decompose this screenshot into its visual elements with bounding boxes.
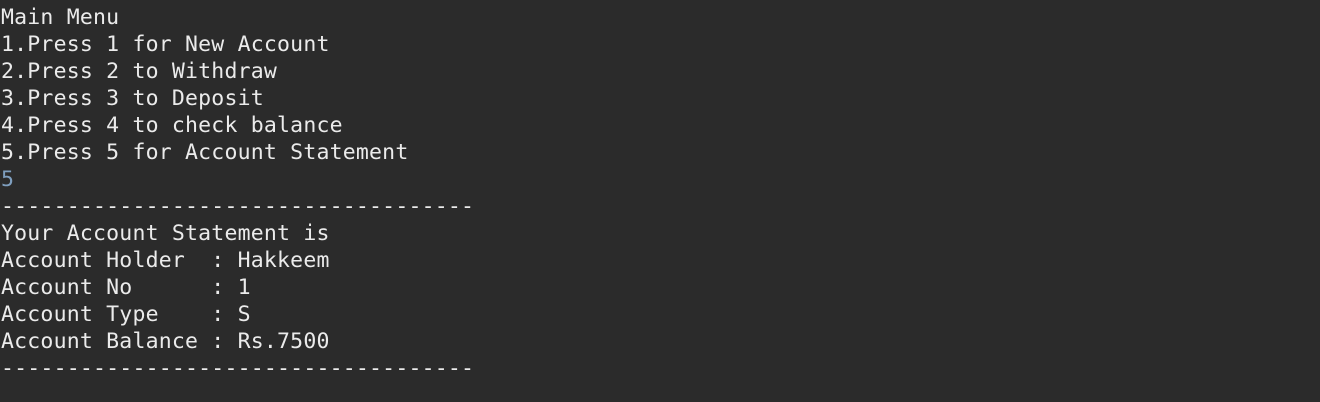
statement-account-holder: Account Holder : Hakkeem xyxy=(1,248,330,273)
statement-account-balance: Account Balance : Rs.7500 xyxy=(1,329,330,354)
menu-title: Main Menu xyxy=(1,5,120,30)
menu-option-deposit: 3.Press 3 to Deposit xyxy=(1,86,264,111)
statement-account-no: Account No : 1 xyxy=(1,275,251,300)
user-input-line[interactable]: 5 xyxy=(1,166,1320,193)
menu-option-new-account: 1.Press 1 for New Account xyxy=(1,32,330,57)
statement-heading: Your Account Statement is xyxy=(1,221,330,246)
menu-option-withdraw: 2.Press 2 to Withdraw xyxy=(1,59,278,84)
console-output: Main Menu 1.Press 1 for New Account 2.Pr… xyxy=(0,0,1320,402)
separator-top: ------------------------------------ xyxy=(1,194,475,219)
menu-option-account-statement: 5.Press 5 for Account Statement xyxy=(1,140,409,165)
menu-option-check-balance: 4.Press 4 to check balance xyxy=(1,113,343,138)
separator-bottom: ------------------------------------ xyxy=(1,356,475,381)
statement-account-type: Account Type : S xyxy=(1,302,251,327)
